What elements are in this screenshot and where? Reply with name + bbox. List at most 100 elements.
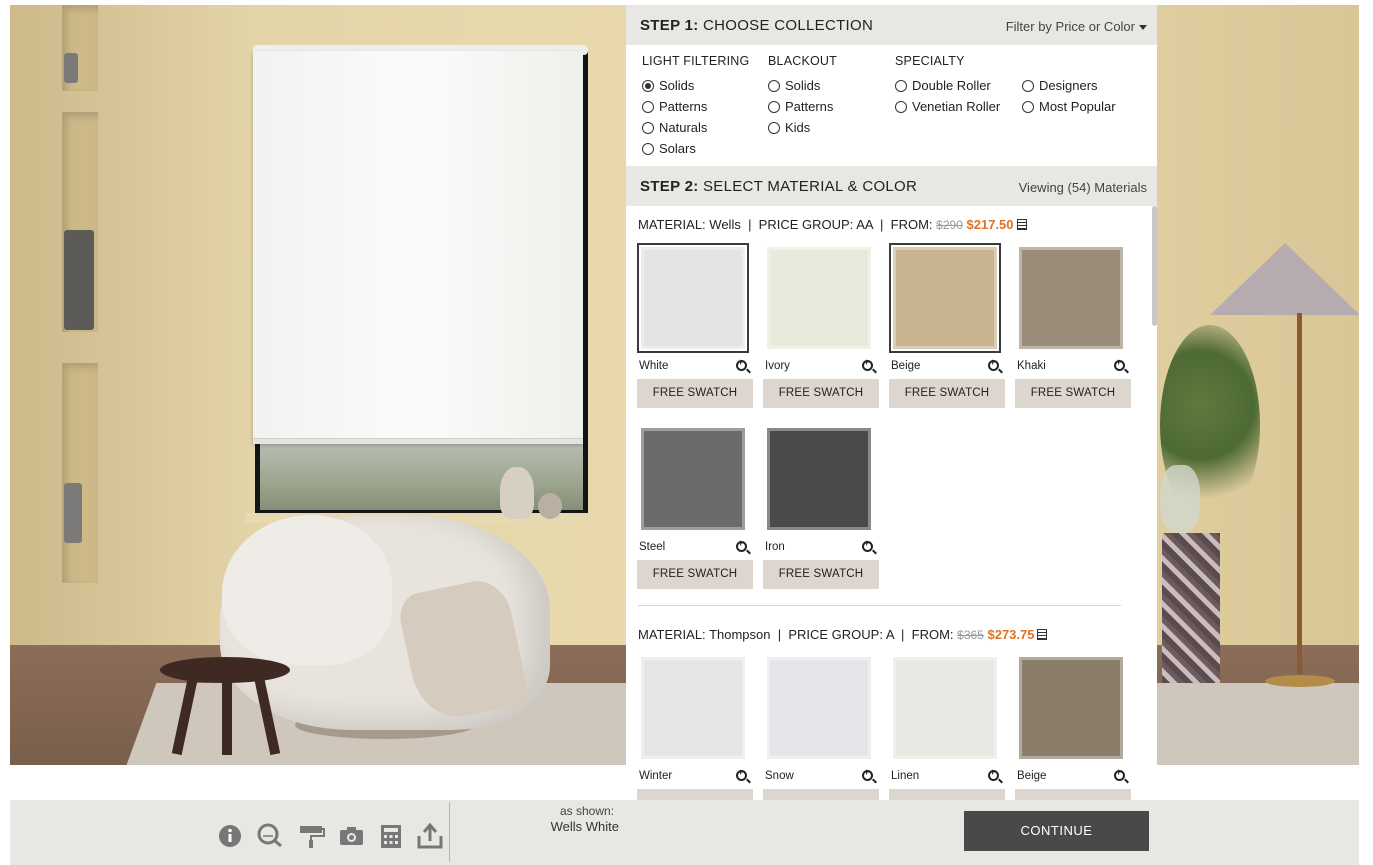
swatch-winter[interactable] <box>637 653 749 763</box>
price-group: AA <box>856 217 873 232</box>
step2-header: STEP 2: SELECT MATERIAL & COLOR Viewing … <box>626 166 1157 206</box>
panel-scrollbar[interactable] <box>1152 206 1157 326</box>
old-price: $290 <box>936 218 963 232</box>
free-swatch-button[interactable]: FREE SWATCH <box>763 560 879 589</box>
option-label: Solars <box>659 141 696 156</box>
wall-niche <box>62 363 98 583</box>
filter-label: Filter by Price or Color <box>1005 19 1135 34</box>
zoom-icon[interactable] <box>1114 767 1125 781</box>
swatch-steel[interactable] <box>637 424 749 534</box>
bottom-toolbar: as shown: Wells White CONTINUE <box>10 800 1359 865</box>
radio-lf-solids[interactable]: Solids <box>642 75 749 96</box>
option-label: Solids <box>785 78 821 93</box>
swatch-beige[interactable] <box>1015 653 1127 763</box>
specialty-group: SPECIALTY Double Roller Venetian Roller <box>895 54 1000 117</box>
sale-price: $273.75 <box>987 627 1035 642</box>
swatch-iron[interactable] <box>763 424 875 534</box>
swatch-fill <box>641 428 745 530</box>
radio-sp-double-roller[interactable]: Double Roller <box>895 75 1000 96</box>
material-name: Wells <box>709 217 741 232</box>
free-swatch-button[interactable]: FREE SWATCH <box>763 379 879 408</box>
swatch-khaki[interactable] <box>1015 243 1127 353</box>
zoom-icon[interactable] <box>736 357 747 371</box>
zoom-icon[interactable] <box>862 538 873 552</box>
light-filtering-heading: LIGHT FILTERING <box>642 54 750 68</box>
material-name: Thompson <box>709 627 771 642</box>
zoom-icon[interactable] <box>1114 357 1125 371</box>
marble-pedestal <box>1162 533 1220 683</box>
caret-down-icon <box>1139 25 1147 31</box>
zoom-icon[interactable] <box>862 767 873 781</box>
free-swatch-button[interactable] <box>889 789 1005 800</box>
swatch-label: Winter <box>639 770 673 782</box>
material-info-thompson: MATERIAL: Thompson | PRICE GROUP: A | FR… <box>638 627 1048 642</box>
filter-dropdown[interactable]: Filter by Price or Color <box>1006 19 1147 34</box>
decor-stone <box>500 467 534 519</box>
radio-sp-venetian-roller[interactable]: Venetian Roller <box>895 96 1000 117</box>
radio-bo-kids[interactable]: Kids <box>768 117 837 138</box>
free-swatch-button[interactable]: FREE SWATCH <box>889 379 1005 408</box>
price-group-label: PRICE GROUP: <box>758 217 854 232</box>
step1-number: STEP 1: <box>640 17 699 34</box>
swatch-white[interactable] <box>637 243 749 353</box>
measure-icon[interactable] <box>256 822 284 850</box>
free-swatch-button[interactable] <box>637 789 753 800</box>
zoom-icon[interactable] <box>988 767 999 781</box>
zoom-icon[interactable] <box>988 357 999 371</box>
calculator-icon[interactable] <box>1016 219 1027 230</box>
swatch-card-snow: Snow <box>763 653 879 800</box>
zoom-icon[interactable] <box>736 538 747 552</box>
camera-icon[interactable] <box>338 822 366 850</box>
swatch-snow[interactable] <box>763 653 875 763</box>
radio-sp-designers[interactable]: Designers <box>1022 75 1116 96</box>
swatch-ivory[interactable] <box>763 243 875 353</box>
step1-header: STEP 1: CHOOSE COLLECTION Filter by Pric… <box>626 5 1157 45</box>
radio-bo-patterns[interactable]: Patterns <box>768 96 837 117</box>
price-group: A <box>885 627 894 642</box>
info-icon[interactable] <box>217 822 245 850</box>
swatch-linen[interactable] <box>889 653 1001 763</box>
swatch-fill <box>893 657 997 759</box>
swatch-fill <box>767 657 871 759</box>
light-filtering-group: LIGHT FILTERING Solids Patterns Naturals… <box>642 54 749 159</box>
free-swatch-button[interactable] <box>763 789 879 800</box>
swatch-label: Snow <box>765 770 794 782</box>
swatch-label: Beige <box>1017 770 1047 782</box>
free-swatch-button[interactable]: FREE SWATCH <box>1015 379 1131 408</box>
material-label: MATERIAL: <box>638 217 706 232</box>
continue-button[interactable]: CONTINUE <box>964 811 1149 851</box>
swatch-label: Khaki <box>1017 360 1046 372</box>
floor-lamp-shade <box>1210 243 1359 315</box>
material-divider <box>638 605 1121 606</box>
swatch-label: Steel <box>639 541 666 553</box>
share-upload-icon[interactable] <box>416 822 444 850</box>
option-label: Designers <box>1039 78 1098 93</box>
free-swatch-button[interactable]: FREE SWATCH <box>637 560 753 589</box>
materials-count: Viewing (54) Materials <box>1018 180 1147 195</box>
zoom-icon[interactable] <box>736 767 747 781</box>
radio-bo-solids[interactable]: Solids <box>768 75 837 96</box>
swatch-fill <box>767 247 871 349</box>
radio-lf-solars[interactable]: Solars <box>642 138 749 159</box>
niche-object <box>64 230 94 330</box>
radio-icon <box>1022 100 1034 113</box>
calculator-icon[interactable] <box>378 822 406 850</box>
radio-lf-naturals[interactable]: Naturals <box>642 117 749 138</box>
paint-roller-icon[interactable] <box>298 822 326 850</box>
option-label: Kids <box>785 120 811 135</box>
option-label: Most Popular <box>1039 99 1116 114</box>
zoom-icon[interactable] <box>862 357 873 371</box>
swatch-card-white: White FREE SWATCH <box>637 243 753 408</box>
swatch-beige[interactable] <box>889 243 1001 353</box>
swatch-card-steel: Steel FREE SWATCH <box>637 424 753 589</box>
radio-icon <box>895 100 907 113</box>
calculator-icon[interactable] <box>1037 629 1048 640</box>
radio-sp-most-popular[interactable]: Most Popular <box>1022 96 1116 117</box>
radio-lf-patterns[interactable]: Patterns <box>642 96 749 117</box>
free-swatch-button[interactable] <box>1015 789 1131 800</box>
swatch-fill <box>767 428 871 530</box>
as-shown-value: Wells White <box>550 819 619 834</box>
swatch-label: Beige <box>891 360 921 372</box>
window-view <box>260 440 583 510</box>
free-swatch-button[interactable]: FREE SWATCH <box>637 379 753 408</box>
